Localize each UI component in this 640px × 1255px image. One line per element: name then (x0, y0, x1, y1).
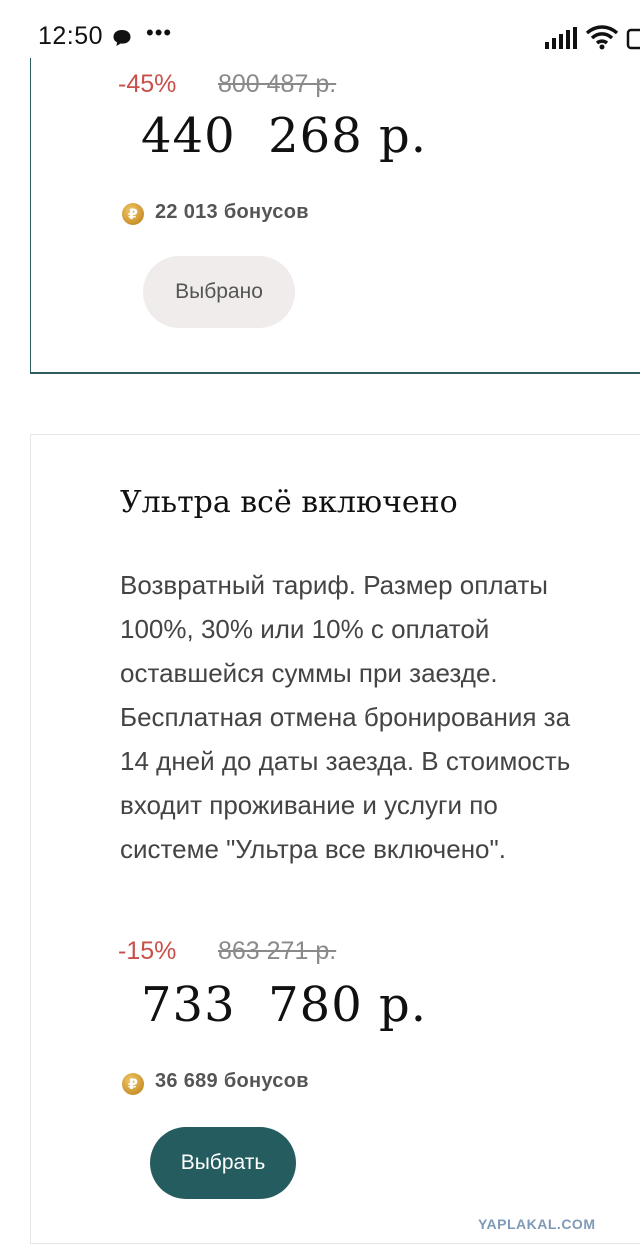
selected-button[interactable]: Выбрано (143, 256, 295, 328)
tariff-title: Ультра всё включено (120, 485, 458, 520)
discount-badge: -15% (118, 937, 177, 965)
ruble-coin-icon: ₽ (122, 203, 144, 225)
old-price: 863 271 р. (218, 937, 337, 965)
old-price: 800 487 р. (218, 70, 337, 98)
current-price: 440 268 р. (141, 108, 427, 164)
ruble-coin-icon: ₽ (122, 1073, 144, 1095)
discount-badge: -45% (118, 70, 177, 98)
more-notifications-icon: ••• (146, 20, 173, 45)
screen: 12:50 ••• -45% 800 487 р. 440 268 р. ₽ 2… (0, 0, 640, 1255)
wifi-icon (585, 24, 619, 50)
status-bar: 12:50 ••• (0, 0, 640, 64)
bonus-amount: 22 013 бонусов (155, 201, 309, 223)
watermark: YAPLAKAL.COM (478, 1216, 596, 1232)
tariff-card-selected: -45% 800 487 р. 440 268 р. ₽ 22 013 бону… (30, 58, 640, 374)
battery-icon (624, 28, 640, 50)
tariff-card-ultra: Ультра всё включено Возвратный тариф. Ра… (30, 434, 640, 1244)
current-price: 733 780 р. (141, 977, 427, 1033)
choose-button[interactable]: Выбрать (150, 1127, 296, 1199)
tariff-description: Возвратный тариф. Размер оплаты 100%, 30… (120, 570, 571, 864)
signal-icon (544, 26, 578, 50)
chat-bubble-icon (112, 28, 132, 48)
bonus-amount: 36 689 бонусов (155, 1070, 309, 1092)
status-time: 12:50 (38, 22, 104, 50)
